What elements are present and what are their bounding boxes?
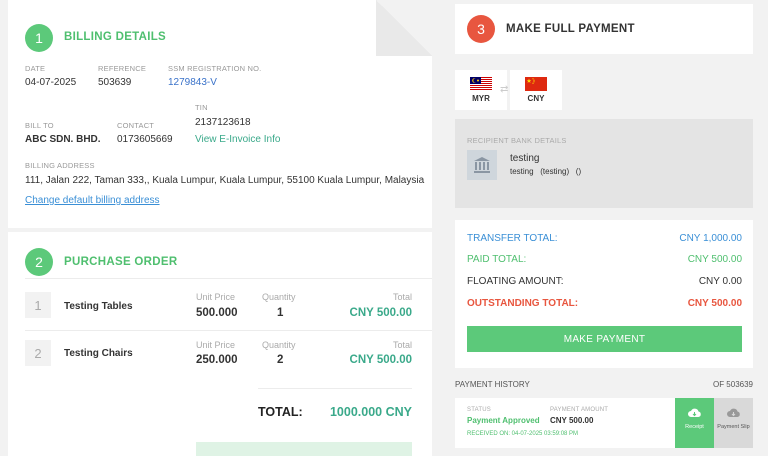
outstanding-total-row: OUTSTANDING TOTAL: CNY 500.00 (467, 298, 742, 309)
status-label: STATUS (467, 407, 491, 413)
floating-amount-row: FLOATING AMOUNT: CNY 0.00 (467, 276, 742, 287)
total-label: Total (392, 340, 412, 350)
total-label: Total (392, 292, 412, 302)
purchase-order-title: PURCHASE ORDER (64, 256, 178, 268)
currency-to: CNY (510, 70, 562, 110)
action-button-partial[interactable] (196, 442, 412, 456)
bill-to-label: BILL TO (25, 121, 54, 130)
transfer-total-row: TRANSFER TOTAL: CNY 1,000.00 (467, 233, 742, 244)
quantity-value: 2 (277, 354, 284, 366)
floating-amount-label: FLOATING AMOUNT: (467, 276, 564, 287)
china-flag-icon (525, 77, 547, 91)
item-total-value: CNY 500.00 (349, 307, 412, 319)
grand-total-label: TOTAL: (258, 405, 303, 419)
item-name: Testing Tables (64, 301, 133, 312)
page-fold-decoration (376, 0, 432, 56)
billing-address-label: BILLING ADDRESS (25, 161, 95, 170)
paid-total-value: CNY 500.00 (687, 254, 742, 265)
unit-price-value: 500.000 (196, 307, 238, 319)
payment-history-item: STATUS Payment Approved PAYMENT AMOUNT C… (455, 398, 753, 448)
make-payment-button[interactable]: MAKE PAYMENT (467, 326, 742, 352)
to-currency-code: CNY (527, 94, 545, 103)
outstanding-total-value: CNY 500.00 (687, 298, 742, 309)
left-column: 1 BILLING DETAILS DATE 04-07-2025 REFERE… (0, 0, 432, 456)
contact-label: CONTACT (117, 121, 155, 130)
bank-icon (467, 150, 497, 180)
payment-slip-button-label: Payment Slip (717, 424, 750, 430)
transfer-total-label: TRANSFER TOTAL: (467, 233, 558, 244)
quantity-label: Quantity (262, 340, 296, 350)
total-divider (258, 388, 412, 389)
recipient-bank-details: RECIPIENT BANK DETAILS testing testing (… (455, 119, 753, 208)
payment-history-ref: OF 503639 (712, 380, 753, 389)
receipt-button[interactable]: Receipt (675, 398, 714, 448)
date-value: 04-07-2025 (25, 77, 77, 88)
item-name: Testing Chairs (64, 348, 133, 359)
billing-details-title: BILLING DETAILS (64, 31, 167, 43)
transfer-total-value: CNY 1,000.00 (679, 233, 742, 244)
make-full-payment-title: MAKE FULL PAYMENT (506, 23, 635, 35)
billing-address-value: 111, Jalan 222, Taman 333,, Kuala Lumpur… (25, 175, 425, 186)
tin-value: 2137123618 (195, 117, 251, 128)
received-on: RECEIVED ON: 04-07-2025 03:59:08 PM (467, 431, 579, 437)
step-1-badge: 1 (25, 24, 53, 52)
reference-value: 503639 (98, 77, 132, 88)
malaysia-flag-icon (470, 77, 492, 91)
step-2-badge: 2 (25, 248, 53, 276)
transfer-arrows-icon: ⇄ (500, 84, 509, 95)
cloud-download-icon (727, 405, 740, 423)
item-index: 2 (25, 340, 51, 366)
quantity-label: Quantity (262, 292, 296, 302)
make-full-payment-header: 3 MAKE FULL PAYMENT (455, 4, 753, 54)
paid-total-label: PAID TOTAL: (467, 254, 527, 265)
tin-label: TIN (195, 103, 208, 112)
bill-to-value: ABC SDN. BHD. (25, 134, 101, 145)
payment-amount-label: PAYMENT AMOUNT (550, 407, 609, 413)
unit-price-label: Unit Price (196, 292, 236, 302)
floating-amount-value: CNY 0.00 (698, 276, 742, 287)
quantity-value: 1 (277, 307, 284, 319)
outstanding-total-label: OUTSTANDING TOTAL: (467, 298, 579, 309)
reference-label: REFERENCE (98, 64, 147, 73)
payment-history-title: PAYMENT HISTORY (455, 380, 530, 389)
billing-details-card: 1 BILLING DETAILS DATE 04-07-2025 REFERE… (8, 0, 432, 228)
purchase-order-card: 2 PURCHASE ORDER 1 Testing Tables Unit P… (8, 232, 432, 456)
view-einvoice-link[interactable]: View E-Invoice Info (195, 134, 280, 145)
row-divider (25, 330, 432, 331)
unit-price-label: Unit Price (196, 340, 236, 350)
ssm-value: 1279843-V (168, 77, 217, 88)
ssm-label: SSM REGISTRATION NO. (168, 64, 262, 73)
paid-total-row: PAID TOTAL: CNY 500.00 (467, 254, 742, 265)
step-3-badge: 3 (467, 15, 495, 43)
item-index: 1 (25, 292, 51, 318)
bank-detail: testing (testing) () (510, 167, 582, 176)
grand-total-value: 1000.000 CNY (329, 405, 412, 419)
from-currency-code: MYR (472, 94, 490, 103)
status-value: Payment Approved (467, 416, 540, 425)
unit-price-value: 250.000 (196, 354, 238, 366)
item-total-value: CNY 500.00 (349, 354, 412, 366)
recipient-bank-label: RECIPIENT BANK DETAILS (467, 136, 567, 145)
contact-value: 0173605669 (117, 134, 173, 145)
receipt-button-label: Receipt (685, 424, 704, 430)
row-divider (25, 278, 432, 279)
payment-slip-button[interactable]: Payment Slip (714, 398, 753, 448)
bank-name: testing (510, 153, 540, 164)
change-billing-address-link[interactable]: Change default billing address (25, 195, 160, 206)
cloud-download-icon (688, 405, 701, 423)
date-label: DATE (25, 64, 46, 73)
payment-amount-value: CNY 500.00 (550, 416, 594, 425)
